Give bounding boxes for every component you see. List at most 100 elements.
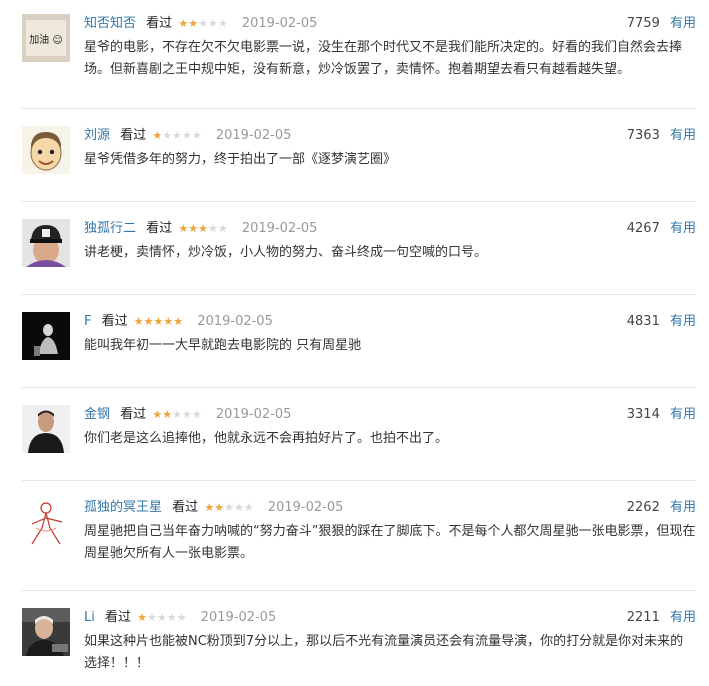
- watch-status: 看过: [146, 221, 173, 236]
- comment-text: 星爷凭借多年的努力，终于拍出了一部《逐梦演艺圈》: [84, 152, 397, 167]
- username-link[interactable]: Li: [84, 608, 95, 628]
- useful-button[interactable]: 有用: [670, 407, 696, 422]
- vote-count: 2211: [626, 610, 660, 625]
- comment-date: 2019-02-05: [197, 314, 273, 329]
- vote-count: 4831: [626, 314, 660, 329]
- comment-date: 2019-02-05: [241, 16, 318, 31]
- star-filled-icon: ★: [204, 501, 215, 514]
- username-link[interactable]: 孤独的冥王星: [84, 498, 162, 518]
- star-empty-icon: ★: [147, 611, 157, 624]
- star-empty-icon: ★: [176, 611, 187, 624]
- rating-stars: ★★★★★: [134, 312, 183, 332]
- comment-item: 独孤行二 看过 ★★★★★ 2019-02-05 4267 有用 讲老梗，卖情怀…: [22, 201, 696, 271]
- vote-area: 7759 有用: [627, 14, 696, 34]
- vote-count: 7759: [626, 16, 660, 31]
- avatar[interactable]: [22, 126, 70, 174]
- star-empty-icon: ★: [207, 17, 218, 30]
- comment-header: 知否知否 看过 ★★★★★ 2019-02-05: [84, 14, 317, 34]
- comment-date: 2019-02-05: [267, 500, 344, 515]
- watch-status: 看过: [172, 500, 199, 515]
- username-link[interactable]: 金钢: [84, 405, 110, 425]
- vote-area: 4831 有用: [627, 312, 696, 332]
- star-empty-icon: ★: [166, 611, 177, 624]
- username-link[interactable]: 独孤行二: [84, 219, 136, 239]
- comment-item: 金钢 看过 ★★★★★ 2019-02-05 3314 有用 你们老是这么追捧他…: [22, 387, 696, 457]
- star-empty-icon: ★: [207, 222, 218, 235]
- comment-header: 刘源 看过 ★★★★★ 2019-02-05: [84, 126, 291, 146]
- watch-status: 看过: [120, 407, 147, 422]
- rating-stars: ★★★★★: [204, 498, 253, 518]
- comment-header: Li 看过 ★★★★★ 2019-02-05: [84, 608, 276, 628]
- vote-area: 2262 有用: [627, 498, 696, 518]
- watch-status: 看过: [146, 16, 173, 31]
- star-filled-icon: ★: [152, 129, 163, 142]
- useful-button[interactable]: 有用: [670, 314, 696, 329]
- comment-header: 金钢 看过 ★★★★★ 2019-02-05: [84, 405, 291, 425]
- useful-button[interactable]: 有用: [670, 16, 696, 31]
- star-filled-icon: ★: [188, 17, 199, 30]
- vote-area: 3314 有用: [627, 405, 696, 425]
- useful-button[interactable]: 有用: [670, 221, 696, 236]
- username-link[interactable]: 知否知否: [84, 14, 136, 34]
- useful-button[interactable]: 有用: [670, 610, 696, 625]
- vote-count: 4267: [626, 221, 660, 236]
- comment-item: F 看过 ★★★★★ 2019-02-05 4831 有用 能叫我年初一一大早就…: [22, 294, 696, 364]
- avatar[interactable]: [22, 312, 70, 360]
- avatar[interactable]: [22, 498, 70, 546]
- vote-count: 7363: [626, 128, 660, 143]
- star-empty-icon: ★: [191, 408, 202, 421]
- useful-button[interactable]: 有用: [670, 128, 696, 143]
- comment-item: Li 看过 ★★★★★ 2019-02-05 2211 有用 如果这种片也能被N…: [22, 590, 696, 682]
- star-empty-icon: ★: [224, 501, 234, 514]
- comment-item: 孤独的冥王星 看过 ★★★★★ 2019-02-05 2262 有用 周星驰把自…: [22, 480, 696, 572]
- comment-text: 星爷的电影，不存在欠不欠电影票一说，没生在那个时代又不是我们能所决定的。好看的我…: [84, 40, 683, 77]
- comment-text: 讲老梗，卖情怀，炒冷饭，小人物的努力、奋斗终成一句空喊的口号。: [84, 245, 488, 260]
- comment-date: 2019-02-05: [215, 407, 292, 422]
- rating-stars: ★★★★★: [178, 219, 227, 239]
- avatar[interactable]: [22, 405, 70, 453]
- comment-item: 刘源 看过 ★★★★★ 2019-02-05 7363 有用 星爷凭借多年的努力…: [22, 108, 696, 178]
- star-filled-icon: ★: [133, 315, 144, 328]
- star-empty-icon: ★: [172, 408, 182, 421]
- star-empty-icon: ★: [198, 17, 208, 30]
- man-portrait-icon: [22, 405, 70, 453]
- star-empty-icon: ★: [217, 222, 228, 235]
- star-filled-icon: ★: [163, 315, 174, 328]
- star-filled-icon: ★: [178, 17, 189, 30]
- vote-count: 3314: [626, 407, 660, 422]
- vote-area: 2211 有用: [627, 608, 696, 628]
- username-link[interactable]: F: [84, 312, 91, 332]
- star-empty-icon: ★: [217, 17, 228, 30]
- rating-stars: ★★★★★: [152, 405, 201, 425]
- rating-stars: ★★★★★: [137, 608, 186, 628]
- watch-status: 看过: [105, 610, 132, 625]
- avatar[interactable]: [22, 608, 70, 656]
- rating-stars: ★★★★★: [178, 14, 227, 34]
- star-filled-icon: ★: [137, 611, 148, 624]
- comment-text: 如果这种片也能被NC粉顶到7分以上，那以后不光有流量演员还会有流量导演，你的打分…: [84, 634, 684, 671]
- avatar[interactable]: [22, 219, 70, 267]
- username-link[interactable]: 刘源: [84, 126, 110, 146]
- star-filled-icon: ★: [162, 408, 173, 421]
- star-filled-icon: ★: [188, 222, 199, 235]
- avatar-text: 加油 ☺: [29, 33, 63, 46]
- star-empty-icon: ★: [181, 408, 192, 421]
- star-filled-icon: ★: [152, 408, 163, 421]
- star-empty-icon: ★: [162, 129, 173, 142]
- star-filled-icon: ★: [214, 501, 225, 514]
- rating-stars: ★★★★★: [152, 126, 201, 146]
- avatar[interactable]: 加油 ☺: [22, 14, 70, 62]
- star-empty-icon: ★: [156, 611, 167, 624]
- star-filled-icon: ★: [198, 222, 208, 235]
- comment-date: 2019-02-05: [200, 610, 277, 625]
- star-filled-icon: ★: [173, 315, 184, 328]
- cartoon-face-icon: [22, 126, 70, 174]
- avatar-handwritten-icon: 加油 ☺: [22, 14, 70, 62]
- sketch-figure-icon: [22, 498, 70, 546]
- star-filled-icon: ★: [143, 315, 154, 328]
- comment-date: 2019-02-05: [241, 221, 318, 236]
- comment-text: 你们老是这么追捧他，他就永远不会再拍好片了。也拍不出了。: [84, 431, 449, 446]
- vote-area: 4267 有用: [627, 219, 696, 239]
- star-empty-icon: ★: [181, 129, 192, 142]
- useful-button[interactable]: 有用: [670, 500, 696, 515]
